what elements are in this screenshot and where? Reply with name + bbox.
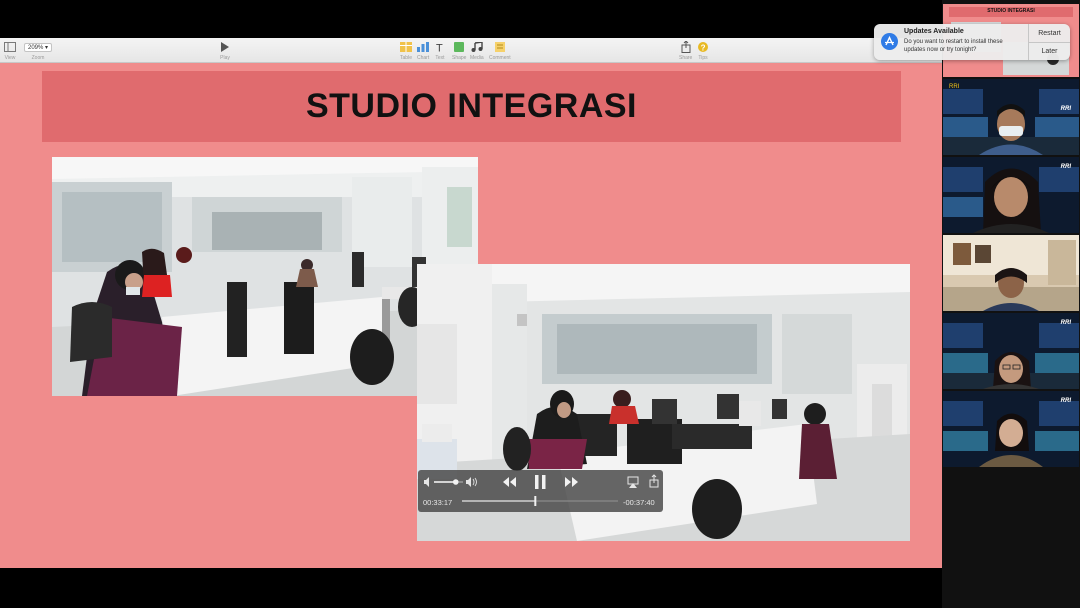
chart-icon [417, 41, 430, 53]
playback-scrubber[interactable] [462, 496, 618, 506]
fast-forward-icon[interactable] [565, 477, 578, 487]
media-button[interactable]: Media [470, 41, 484, 61]
tips-button[interactable]: ? Tips [698, 41, 708, 61]
question-icon: ? [698, 41, 708, 53]
rri-logo: RRI [1060, 320, 1071, 326]
slide-title: STUDIO INTEGRASI [305, 87, 638, 125]
view-label: View [4, 55, 16, 61]
rri-logo: RRI [1060, 398, 1071, 404]
shape-label: Shape [452, 55, 467, 61]
slide-canvas[interactable]: STUDIO INTEGRASI 00:33:17 -00:37:40 [0, 63, 942, 568]
bottom-black-bar [0, 568, 942, 608]
participant-tile-4[interactable]: RRI [943, 313, 1079, 389]
participant-video-5 [943, 391, 1079, 467]
participant-tile-1[interactable]: RRI RRI [943, 79, 1079, 155]
update-notification[interactable]: Updates Available Do you want to restart… [874, 24, 1070, 60]
share-icon [681, 41, 691, 53]
pause-icon[interactable] [535, 475, 546, 489]
participant-video-1: RRI [943, 79, 1079, 155]
text-icon: T [435, 41, 445, 53]
zoom-value: 209% [28, 44, 44, 51]
play-button[interactable]: Play [220, 41, 230, 61]
volume-slider[interactable] [434, 479, 463, 485]
sidebar-icon [4, 41, 16, 53]
participant-tile-5[interactable]: RRI [943, 391, 1079, 467]
participant-video-4 [943, 313, 1079, 389]
comment-button[interactable]: Comment [489, 41, 511, 61]
airplay-icon[interactable] [627, 476, 639, 488]
later-button[interactable]: Later [1029, 42, 1070, 60]
share-label: Share [679, 55, 693, 61]
rri-logo: RRI [1060, 164, 1071, 170]
table-label: Table [400, 55, 412, 61]
comment-label: Comment [489, 55, 511, 61]
restart-button[interactable]: Restart [1029, 24, 1070, 42]
rewind-icon[interactable] [503, 477, 516, 487]
share-button[interactable]: Share [679, 41, 692, 61]
view-button[interactable]: View [4, 41, 16, 61]
app-store-icon [881, 33, 898, 55]
shape-button[interactable]: Shape [452, 41, 466, 61]
play-icon [220, 41, 230, 53]
remaining-time: -00:37:40 [623, 498, 655, 507]
table-icon [400, 41, 412, 53]
volume-high-icon[interactable] [466, 477, 477, 487]
video-controller: 00:33:17 -00:37:40 [418, 470, 663, 512]
shape-icon [454, 41, 465, 53]
text-label: Text [435, 55, 445, 61]
screen-share-title: STUDIO INTEGRASI [987, 8, 1035, 14]
rri-logo: RRI [1060, 106, 1071, 112]
participant-tile-3[interactable] [943, 235, 1079, 311]
svg-text:RRI: RRI [949, 84, 960, 90]
table-button[interactable]: Table [400, 41, 412, 61]
top-black-bar [0, 0, 942, 38]
participant-video-3 [943, 235, 1079, 311]
media-label: Media [470, 55, 484, 61]
share-icon[interactable] [649, 474, 659, 488]
text-button[interactable]: T Text [435, 41, 445, 62]
participant-video-2 [943, 157, 1079, 233]
zoom-label: Zoom [31, 55, 45, 61]
zoom-select[interactable]: 209% ▾ [24, 42, 53, 52]
elapsed-time: 00:33:17 [423, 498, 453, 507]
tips-label: Tips [698, 55, 708, 61]
music-note-icon [471, 41, 483, 53]
notification-title: Updates Available [904, 28, 964, 35]
svg-text:T: T [436, 43, 443, 53]
chart-button[interactable]: Chart [417, 41, 429, 61]
keynote-toolbar: View 209% ▾ Zoom Play Table Chart T Text… [0, 38, 942, 63]
comment-icon [494, 41, 505, 53]
chart-label: Chart [417, 55, 430, 61]
studio-photo-1[interactable] [52, 157, 478, 396]
zoom-control[interactable]: 209% ▾ Zoom [24, 41, 53, 61]
title-band: STUDIO INTEGRASI [42, 71, 901, 142]
play-label: Play [220, 55, 230, 61]
volume-low-icon[interactable] [424, 477, 429, 487]
participant-tile-2[interactable]: RRI [943, 157, 1079, 233]
office-photo-illustration [52, 157, 478, 396]
notification-body: Do you want to restart to install these … [904, 39, 1003, 53]
svg-text:?: ? [701, 43, 706, 52]
